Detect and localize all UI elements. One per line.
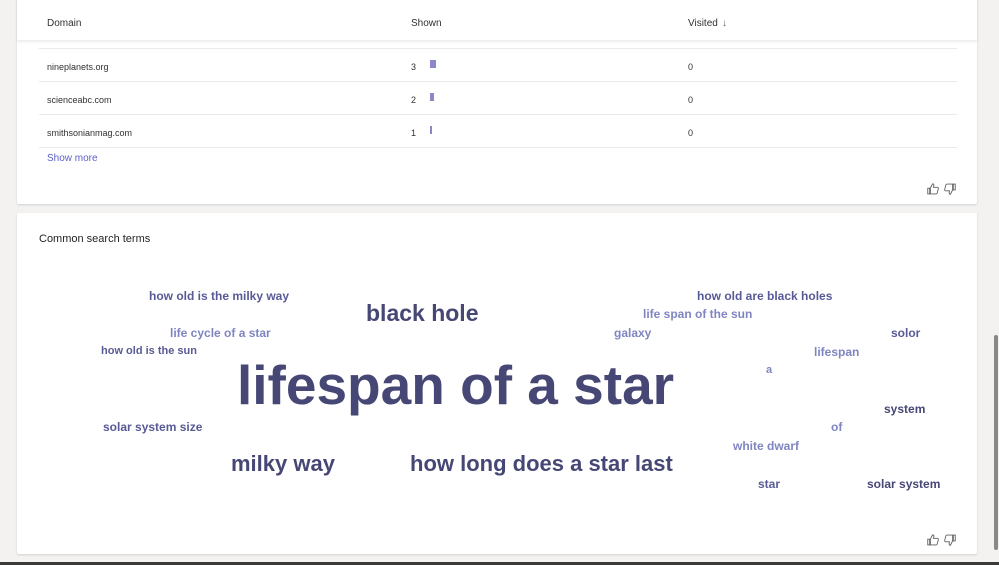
word-cloud-term[interactable]: life cycle of a star — [170, 327, 271, 339]
thumbs-down-icon[interactable] — [943, 533, 957, 547]
table-row[interactable]: nineplanets.org 3 0 — [39, 48, 957, 81]
scrollbar-track[interactable] — [993, 0, 999, 565]
cell-visited: 0 — [688, 62, 694, 72]
scrollbar-thumb[interactable] — [994, 335, 998, 550]
cell-visited: 0 — [688, 128, 694, 138]
shown-bar — [430, 126, 432, 134]
thumbs-up-icon[interactable] — [926, 182, 940, 196]
shown-bar — [430, 93, 434, 101]
word-cloud-term[interactable]: a — [766, 365, 772, 376]
word-cloud-term[interactable]: solar system size — [103, 421, 202, 433]
word-cloud-term[interactable]: how old are black holes — [697, 290, 832, 302]
section-title: Common search terms — [39, 233, 151, 245]
word-cloud-term[interactable]: how old is the milky way — [149, 290, 289, 302]
table-row[interactable]: scienceabc.com 2 0 — [39, 81, 957, 114]
cell-domain: smithsonianmag.com — [47, 128, 133, 138]
word-cloud-term[interactable]: star — [758, 478, 780, 490]
word-cloud-term[interactable]: black hole — [366, 302, 478, 325]
word-cloud-term[interactable]: life span of the sun — [643, 308, 752, 320]
cell-domain: nineplanets.org — [47, 62, 109, 72]
table-row[interactable]: smithsonianmag.com 1 0 — [39, 114, 957, 148]
table-header: Domain Shown Visited ↓ — [17, 0, 977, 40]
word-cloud-term[interactable]: galaxy — [614, 327, 651, 339]
arrow-down-icon: ↓ — [721, 18, 727, 29]
cell-shown: 3 — [411, 62, 417, 72]
word-cloud-term[interactable]: solar system — [867, 478, 940, 490]
word-cloud-term[interactable]: lifespan — [814, 346, 859, 358]
column-header-visited-label: Visited — [688, 18, 718, 29]
thumbs-down-icon[interactable] — [943, 182, 957, 196]
thumbs-up-icon[interactable] — [926, 533, 940, 547]
word-cloud-term[interactable]: white dwarf — [733, 440, 799, 452]
cell-shown: 2 — [411, 95, 417, 105]
word-cloud-term[interactable]: how old is the sun — [101, 346, 197, 357]
cell-domain: scienceabc.com — [47, 95, 112, 105]
show-more-link[interactable]: Show more — [47, 153, 98, 164]
word-cloud-term[interactable]: milky way — [231, 453, 335, 475]
cell-shown: 1 — [411, 128, 417, 138]
word-cloud-term[interactable]: system — [884, 403, 925, 415]
column-header-shown[interactable]: Shown — [411, 18, 442, 29]
column-header-domain[interactable]: Domain — [47, 18, 81, 29]
column-header-visited[interactable]: Visited ↓ — [688, 18, 727, 29]
cell-visited: 0 — [688, 95, 694, 105]
word-cloud-term[interactable]: how long does a star last — [410, 453, 673, 475]
word-cloud-term[interactable]: lifespan of a star — [237, 358, 674, 413]
word-cloud-term[interactable]: solor — [891, 327, 920, 339]
search-terms-card: Common search terms how old is the milky… — [17, 213, 977, 554]
shown-bar — [430, 60, 436, 68]
top-domains-card: Domain Shown Visited ↓ nineplanets.org 3 … — [17, 0, 977, 204]
word-cloud-term[interactable]: of — [831, 421, 842, 433]
